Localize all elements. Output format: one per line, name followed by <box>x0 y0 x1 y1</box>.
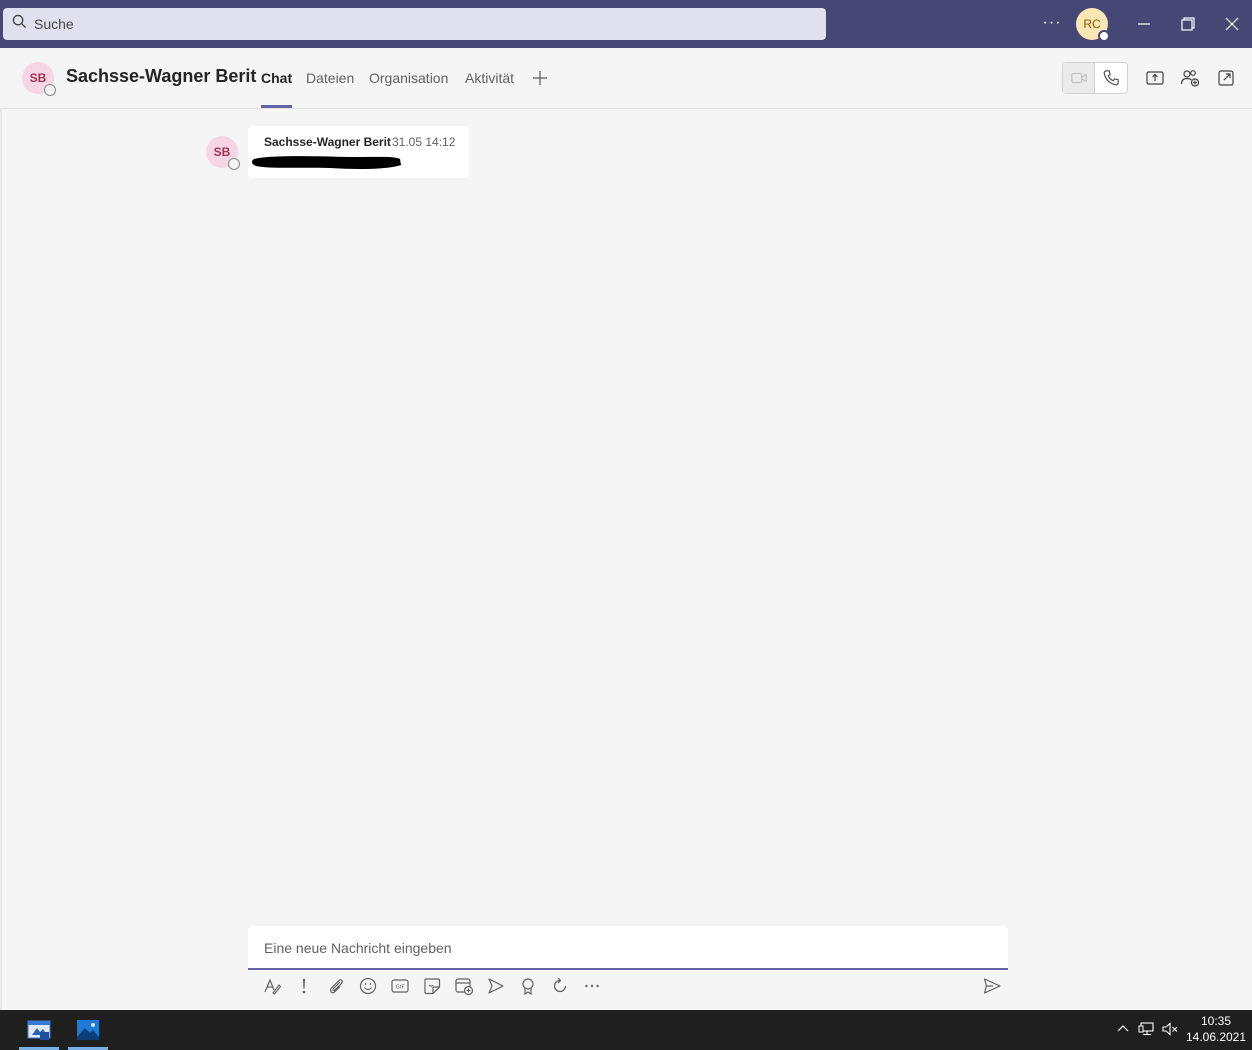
important-icon <box>302 979 306 994</box>
message-author: Sachsse-Wagner Berit <box>264 135 391 149</box>
clock-date: 14.06.2021 <box>1185 1030 1247 1044</box>
emoji-icon <box>359 977 377 995</box>
video-call-button[interactable] <box>1063 63 1096 93</box>
gif-button[interactable]: GIF <box>390 976 410 996</box>
phone-icon <box>1103 70 1119 86</box>
schedule-meeting-icon <box>455 978 474 996</box>
video-camera-icon <box>1070 72 1087 84</box>
message-timestamp: 31.05 14:12 <box>392 135 456 149</box>
loop-icon <box>553 977 567 993</box>
tab-dateien[interactable]: Dateien <box>306 70 354 108</box>
presence-icon <box>44 84 56 96</box>
tab-aktivitaet[interactable]: Aktivität <box>465 70 514 108</box>
pop-out-button[interactable] <box>1216 68 1236 88</box>
redacted-message-body <box>251 156 401 169</box>
pop-out-icon <box>1218 70 1234 86</box>
toolbox-app-icon <box>27 1020 51 1040</box>
call-button-group <box>1062 62 1128 94</box>
message-avatar-initials: SB <box>213 145 231 159</box>
taskbar-app-toolbox[interactable] <box>19 1010 59 1050</box>
add-tab-button[interactable] <box>530 68 550 88</box>
search-placeholder: Suche <box>34 16 74 32</box>
windows-taskbar: 10:35 14.06.2021 <box>0 1010 1252 1050</box>
attach-button[interactable] <box>326 976 346 996</box>
praise-button[interactable] <box>518 976 538 996</box>
contact-initials: SB <box>29 71 47 85</box>
maximize-button[interactable] <box>1176 12 1200 36</box>
format-icon <box>264 978 282 995</box>
stream-icon <box>488 978 504 994</box>
compose-placeholder: Eine neue Nachricht eingeben <box>264 940 452 956</box>
search-box[interactable]: Suche <box>3 8 826 40</box>
add-people-button[interactable] <box>1180 68 1200 88</box>
send-button[interactable] <box>982 976 1002 996</box>
stream-button[interactable] <box>486 976 506 996</box>
restore-icon <box>1181 17 1195 31</box>
volume-muted-icon <box>1162 1022 1178 1036</box>
praise-icon <box>522 978 534 996</box>
presence-icon <box>1098 30 1110 42</box>
minimize-icon <box>1138 23 1150 25</box>
more-options-icon <box>585 984 599 988</box>
attach-icon <box>330 979 343 994</box>
message-bubble[interactable]: Sachsse-Wagner Berit 31.05 14:12 <box>248 126 469 178</box>
network-button[interactable] <box>1138 1020 1156 1038</box>
send-icon <box>983 978 1001 994</box>
left-edge-divider <box>0 109 2 1010</box>
chat-header: SB Sachsse-Wagner Berit Chat Dateien Org… <box>0 48 1252 109</box>
search-icon <box>12 14 27 34</box>
contact-name: Sachsse-Wagner Berit <box>66 66 257 86</box>
network-icon <box>1138 1022 1154 1036</box>
photos-app-icon <box>77 1020 99 1040</box>
close-icon <box>1225 17 1239 31</box>
show-hidden-icons-button[interactable] <box>1114 1020 1132 1038</box>
taskbar-app-photos[interactable] <box>68 1010 108 1050</box>
user-avatar[interactable]: RC <box>1076 8 1110 42</box>
compose-box[interactable]: Eine neue Nachricht eingeben <box>248 926 1008 970</box>
plus-icon <box>533 71 547 85</box>
add-people-icon <box>1180 70 1200 87</box>
emoji-button[interactable] <box>358 976 378 996</box>
presence-icon <box>228 158 240 170</box>
close-button[interactable] <box>1220 12 1244 36</box>
more-options-compose-button[interactable] <box>582 976 602 996</box>
audio-call-button[interactable] <box>1095 63 1127 93</box>
gif-icon: GIF <box>391 979 409 993</box>
important-button[interactable] <box>294 976 314 996</box>
sticker-button[interactable] <box>422 976 442 996</box>
more-options-button[interactable]: ··· <box>1040 12 1064 36</box>
title-bar: Suche ··· RC <box>0 0 1252 48</box>
clock-time: 10:35 <box>1200 1014 1232 1028</box>
user-initials: RC <box>1083 17 1101 31</box>
share-screen-icon <box>1146 71 1164 85</box>
volume-button[interactable] <box>1161 1020 1179 1038</box>
tab-chat[interactable]: Chat <box>261 70 293 108</box>
sticker-icon <box>424 978 441 995</box>
share-screen-button[interactable] <box>1145 68 1165 88</box>
taskbar-clock[interactable]: 10:35 14.06.2021 <box>1184 1013 1248 1045</box>
chevron-up-icon <box>1117 1025 1129 1032</box>
tab-organisation[interactable]: Organisation <box>369 70 448 108</box>
minimize-button[interactable] <box>1132 12 1156 36</box>
loop-button[interactable] <box>550 976 570 996</box>
format-button[interactable] <box>262 976 282 996</box>
message-avatar[interactable]: SB <box>206 136 240 170</box>
contact-avatar[interactable]: SB <box>22 62 56 96</box>
svg-text:GIF: GIF <box>395 985 404 991</box>
schedule-meeting-button[interactable] <box>454 976 474 996</box>
